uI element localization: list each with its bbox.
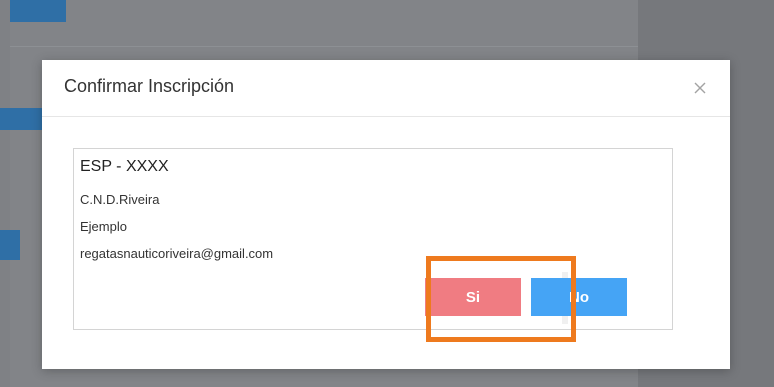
modal-title: Confirmar Inscripción	[64, 76, 235, 96]
club-name: C.N.D.Riveira	[80, 192, 160, 207]
contact-email: regatasnauticoriveira@gmail.com	[80, 246, 274, 261]
background-divider	[10, 46, 638, 47]
background-button	[10, 0, 66, 22]
sail-code: ESP - XXXX	[80, 158, 169, 175]
background-left-strip	[0, 0, 10, 387]
yes-button[interactable]: Si	[425, 278, 521, 316]
no-button[interactable]: No	[531, 278, 627, 316]
confirm-registration-modal: Confirmar Inscripción ESP - XXXX C.N.D.R…	[42, 60, 730, 369]
participant-name: Ejemplo	[80, 219, 127, 234]
modal-header: Confirmar Inscripción	[42, 60, 730, 117]
background-button	[0, 108, 42, 130]
background-button	[0, 230, 20, 260]
close-icon[interactable]	[692, 80, 708, 96]
